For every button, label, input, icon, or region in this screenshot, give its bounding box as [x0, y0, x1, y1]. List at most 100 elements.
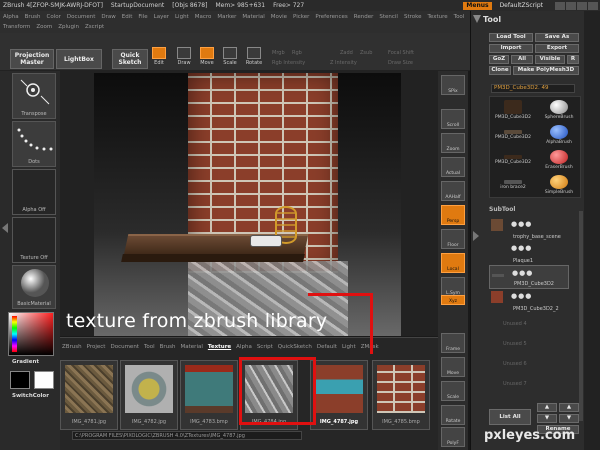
persp-button[interactable]: Persp	[441, 205, 465, 225]
tab-light[interactable]: Light	[342, 344, 356, 350]
zoom-button[interactable]: Zoom	[441, 133, 465, 153]
mrgb-toggle[interactable]: Mrgb	[272, 50, 285, 56]
xyz-button[interactable]: Xyz	[441, 295, 465, 305]
menu-zscript[interactable]: Zscript	[85, 22, 104, 32]
export-button[interactable]: Export	[535, 44, 579, 53]
hue-slider[interactable]	[12, 316, 17, 352]
subtool-visibility-icon[interactable]: ●●●	[511, 220, 532, 228]
subtool-item[interactable]: ●●● trophy_base_scene	[489, 217, 569, 241]
tool-palette-title[interactable]: Tool	[483, 15, 501, 24]
polyf-button[interactable]: PolyF	[441, 427, 465, 447]
scale-view-button[interactable]: Scale	[441, 381, 465, 401]
move-button[interactable]: Move	[198, 47, 216, 69]
menu-stencil[interactable]: Stencil	[379, 12, 398, 22]
goz-all-button[interactable]: All	[511, 55, 533, 64]
collapse-left-arrow-icon[interactable]	[2, 223, 8, 233]
canvas-viewport[interactable]	[60, 71, 438, 336]
subtool-visibility-icon[interactable]: ●●●	[511, 244, 532, 252]
menu-color[interactable]: Color	[47, 12, 61, 22]
menu-light[interactable]: Light	[175, 12, 189, 22]
menu-layer[interactable]: Layer	[154, 12, 169, 22]
texture-thumb[interactable]: IMG_4782.jpg	[120, 360, 178, 430]
draw-button[interactable]: Draw	[175, 47, 193, 69]
z-intensity-slider[interactable]: Z Intensity	[330, 60, 357, 66]
move-down-arrow-icon[interactable]: ▼	[537, 414, 557, 423]
clone-button[interactable]: Clone	[489, 66, 511, 75]
tool-slot[interactable]: AlphaBrush	[536, 124, 582, 149]
floor-button[interactable]: Floor	[441, 229, 465, 249]
goz-button[interactable]: GoZ	[489, 55, 509, 64]
lsym-button[interactable]: L.Sym	[441, 277, 465, 297]
quick-sketch-button[interactable]: Quick Sketch	[112, 49, 148, 69]
subtool-scrollbar[interactable]	[579, 211, 583, 421]
texture-thumb[interactable]: IMG_4787.jpg	[310, 360, 368, 430]
menu-transform[interactable]: Transform	[3, 22, 30, 32]
rgb-toggle[interactable]: Rgb	[292, 50, 302, 56]
subtool-visibility-icon[interactable]: ●●●	[512, 269, 533, 277]
local-button[interactable]: Local	[441, 253, 465, 273]
menu-marker[interactable]: Marker	[217, 12, 236, 22]
menu-texture[interactable]: Texture	[428, 12, 448, 22]
scroll-button[interactable]: Scroll	[441, 109, 465, 129]
draw-size-slider[interactable]: Draw Size	[388, 60, 413, 66]
material-slot[interactable]: BasicMaterial	[12, 265, 56, 309]
texture-thumb[interactable]: IMG_4783.bmp	[180, 360, 238, 430]
tab-zbrush[interactable]: ZBrush	[62, 344, 82, 350]
goz-r-button[interactable]: R	[567, 55, 579, 64]
subtool-item[interactable]: ●●● Plaque1	[489, 241, 569, 265]
stroke-slot[interactable]: Dots	[12, 121, 56, 167]
import-button[interactable]: Import	[489, 44, 533, 53]
menu-render[interactable]: Render	[354, 12, 374, 22]
subtool-item[interactable]: ●●● PM3D_Cube3D2_2	[489, 289, 569, 313]
menu-alpha[interactable]: Alpha	[3, 12, 19, 22]
tab-quicksketch[interactable]: QuickSketch	[278, 344, 312, 350]
rotate-button[interactable]: Rotate	[245, 47, 263, 69]
menu-zplugin[interactable]: Zplugin	[58, 22, 79, 32]
tab-alpha[interactable]: Alpha	[236, 344, 252, 350]
tool-slot[interactable]: iron brace2	[490, 174, 536, 199]
tool-slot[interactable]: PM3D_Cube3D2	[490, 124, 536, 149]
menus-button[interactable]: Menus	[463, 1, 492, 10]
menu-macro[interactable]: Macro	[195, 12, 212, 22]
menu-stroke[interactable]: Stroke	[404, 12, 422, 22]
load-tool-button[interactable]: Load Tool	[489, 33, 533, 42]
menu-movie[interactable]: Movie	[271, 12, 287, 22]
maximize-icon[interactable]	[577, 1, 587, 10]
tab-document[interactable]: Document	[110, 344, 139, 350]
tab-default[interactable]: Default	[317, 344, 337, 350]
tab-tool[interactable]: Tool	[144, 344, 155, 350]
menu-brush[interactable]: Brush	[25, 12, 41, 22]
menu-draw[interactable]: Draw	[101, 12, 115, 22]
gradient-label[interactable]: Gradient	[12, 359, 39, 365]
tool-slot[interactable]: PM3D_Cube3D2	[490, 99, 536, 124]
menu-preferences[interactable]: Preferences	[315, 12, 347, 22]
tool-slot[interactable]: EraserBrush	[536, 149, 582, 174]
list-all-button[interactable]: List All	[489, 409, 531, 425]
tab-script[interactable]: Script	[257, 344, 273, 350]
subtool-header[interactable]: SubTool	[489, 206, 515, 213]
spix-button[interactable]: SPix	[441, 75, 465, 95]
move-top-arrow-icon[interactable]: ▲	[559, 403, 579, 412]
subtool-item-selected[interactable]: ●●● PM3D_Cube3D2	[489, 265, 569, 289]
frame-button[interactable]: Frame	[441, 333, 465, 353]
current-tool-name[interactable]: PM3D_Cube3D2. 49	[491, 84, 575, 93]
help-icon[interactable]	[555, 1, 565, 10]
menu-picker[interactable]: Picker	[293, 12, 309, 22]
focal-shift-slider[interactable]: Focal Shift	[388, 50, 414, 56]
close-icon[interactable]	[588, 1, 598, 10]
move-view-button[interactable]: Move	[441, 357, 465, 377]
projection-master-button[interactable]: Projection Master	[10, 49, 54, 69]
menu-tool[interactable]: Tool	[454, 12, 465, 22]
tab-texture[interactable]: Texture	[208, 344, 231, 350]
move-up-arrow-icon[interactable]: ▲	[537, 403, 557, 412]
scale-button[interactable]: Scale	[221, 47, 239, 69]
menu-document[interactable]: Document	[67, 12, 96, 22]
lightbox-button[interactable]: LightBox	[56, 49, 102, 69]
subtool-visibility-icon[interactable]: ●●●	[511, 292, 532, 300]
menu-material[interactable]: Material	[242, 12, 264, 22]
texture-thumb[interactable]: IMG_4781.jpg	[60, 360, 118, 430]
tab-project[interactable]: Project	[87, 344, 106, 350]
expand-right-arrow-icon[interactable]	[473, 231, 479, 241]
tool-slot[interactable]: SimpleBrush	[536, 174, 582, 199]
secondary-color-swatch[interactable]	[34, 371, 54, 389]
